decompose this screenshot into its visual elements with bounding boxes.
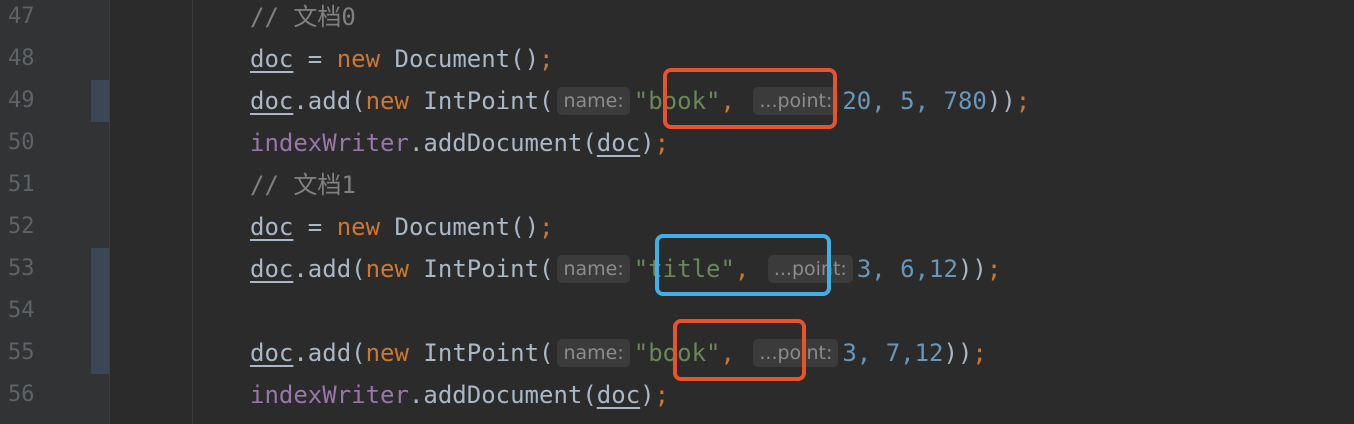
code-text[interactable]: indexWriter.addDocument(doc);: [250, 374, 669, 416]
code-text[interactable]: doc.add(new IntPoint(name: "book", ...poi…: [250, 332, 987, 374]
line-number: 48: [8, 46, 35, 71]
comment: // 文档0: [250, 3, 356, 31]
highlight-box-orange: [663, 68, 837, 129]
code-text[interactable]: // 文档0: [250, 0, 356, 38]
code-editor[interactable]: 47 // 文档0 48 doc = new Document(); 49 do…: [0, 0, 1354, 424]
code-text[interactable]: indexWriter.addDocument(doc);: [250, 122, 669, 164]
code-text[interactable]: // 文档1: [250, 164, 356, 206]
line-number: 52: [8, 214, 35, 239]
number-literals: 20, 5, 780: [842, 87, 987, 115]
parameter-hint-name: name:: [557, 339, 630, 367]
keyword-new: new: [336, 213, 381, 241]
comment: // 文档1: [250, 171, 356, 199]
code-text[interactable]: doc = new Document();: [250, 38, 553, 80]
parameter-hint-name: name:: [557, 255, 630, 283]
line-number: 51: [8, 172, 35, 197]
keyword-new: new: [365, 87, 409, 115]
variable-doc[interactable]: doc: [250, 255, 293, 283]
keyword-new: new: [365, 255, 409, 283]
line-number: 47: [8, 4, 35, 29]
highlight-box-blue: [655, 234, 831, 296]
variable-doc[interactable]: doc: [250, 87, 293, 115]
number-literals: 3, 7,12: [842, 339, 944, 367]
code-text[interactable]: doc.add(new IntPoint(name: "book", ...poi…: [250, 80, 1030, 122]
code-text[interactable]: doc.add(new IntPoint(name: "title", ...po…: [250, 248, 1001, 290]
variable-doc[interactable]: doc: [250, 339, 293, 367]
code-line[interactable]: 47 // 文档0: [0, 0, 1354, 38]
variable-doc[interactable]: doc: [250, 213, 293, 241]
number-literals: 3, 6,12: [856, 255, 958, 283]
keyword-new: new: [365, 339, 409, 367]
highlight-box-orange: [673, 319, 806, 381]
line-number: 49: [8, 88, 35, 113]
variable-doc[interactable]: doc: [597, 381, 640, 409]
code-text[interactable]: doc = new Document();: [250, 206, 553, 248]
line-number: 54: [8, 298, 35, 323]
line-number: 56: [8, 382, 35, 407]
variable-doc[interactable]: doc: [250, 45, 293, 73]
line-number: 50: [8, 130, 35, 155]
parameter-hint-name: name:: [557, 87, 630, 115]
variable-doc[interactable]: doc: [597, 129, 640, 157]
code-line[interactable]: 51 // 文档1: [0, 164, 1354, 206]
line-number: 53: [8, 256, 35, 281]
field-index-writer[interactable]: indexWriter: [250, 129, 409, 157]
line-number: 55: [8, 340, 35, 365]
keyword-new: new: [336, 45, 381, 73]
field-index-writer[interactable]: indexWriter: [250, 381, 409, 409]
